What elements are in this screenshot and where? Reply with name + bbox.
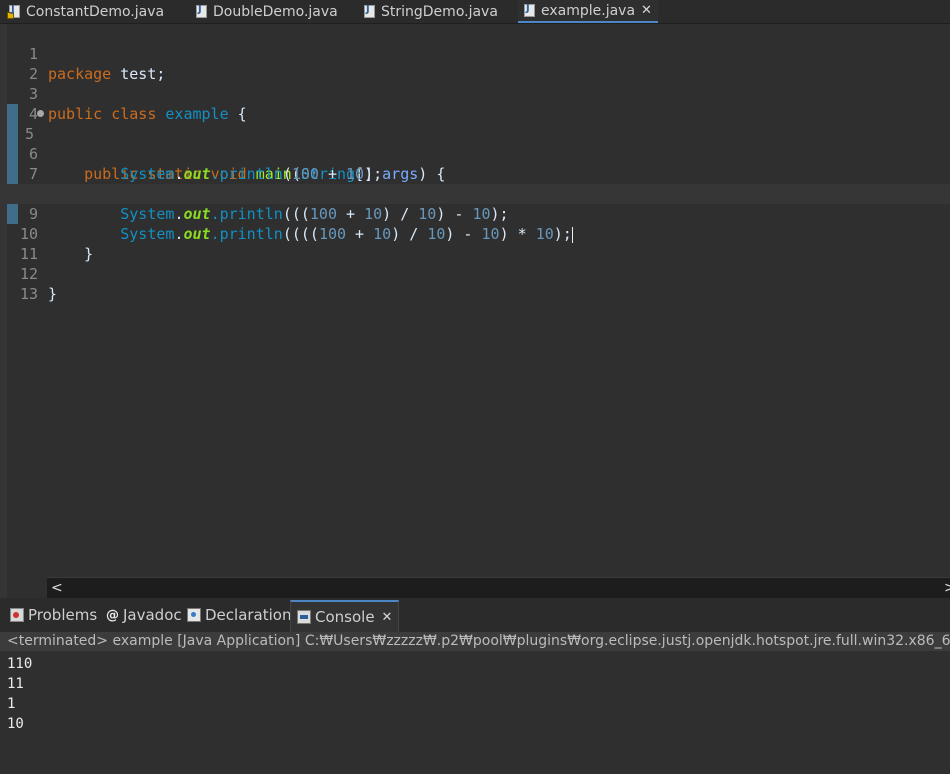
code-line-13: 13 (0, 264, 950, 303)
code-line-6: 6 System.out.println(100 + 10); (0, 124, 950, 183)
code-line-12: 12 } (19, 265, 58, 303)
tab-constantdemo[interactable]: ConstantDemo.java (7, 0, 165, 23)
tab-label: ConstantDemo.java (26, 3, 165, 20)
tab-console[interactable]: Console ✕ (290, 600, 400, 632)
javadoc-icon: @ (106, 607, 119, 623)
scroll-right-icon[interactable]: > (944, 578, 950, 598)
tab-javadoc[interactable]: @ Javadoc (106, 598, 182, 632)
code-line-11: 11 (0, 224, 950, 263)
code-line-3: 3 public class example { (0, 64, 950, 123)
console-output-line: 110 (7, 656, 33, 672)
console-process-header: <terminated> example [Java Application] … (0, 632, 950, 651)
code-line-9-current: 9 System.out.println((((100 + 10) / 10) … (0, 184, 950, 243)
console-output-line: 1 (7, 696, 16, 712)
tab-stringdemo[interactable]: StringDemo.java (364, 0, 498, 23)
scroll-left-icon[interactable]: < (51, 578, 63, 598)
declaration-icon (187, 608, 201, 622)
tab-declaration[interactable]: Declaration (187, 598, 291, 632)
panel-tab-bar: Problems @ Javadoc Declaration Console ✕ (0, 598, 950, 632)
tab-problems[interactable]: Problems (10, 598, 97, 632)
code-line-7: 7 System.out.println((100 + 10) / 10); (0, 144, 950, 203)
java-file-icon (364, 4, 375, 18)
java-file-icon (196, 4, 207, 18)
editor-tab-bar: ConstantDemo.java DoubleDemo.java String… (0, 0, 950, 24)
problems-icon (10, 608, 24, 622)
tab-label: example.java (541, 2, 636, 19)
java-file-icon (7, 4, 20, 19)
tab-example[interactable]: example.java ✕ (518, 0, 658, 23)
panel-tab-label: Console (315, 608, 375, 626)
code-line-4: 4 (0, 84, 950, 123)
line-number: 13 (19, 285, 38, 303)
horizontal-scrollbar[interactable]: < > (47, 577, 950, 598)
tab-label: StringDemo.java (381, 3, 498, 20)
panel-tab-label: Javadoc (123, 606, 182, 624)
close-icon[interactable]: ✕ (641, 3, 652, 18)
console-output-line: 11 (7, 676, 24, 692)
code-line-1: 1 package test; (0, 24, 950, 83)
code-editor[interactable]: 1 package test; 2 3 public class example… (0, 24, 950, 598)
java-file-icon (524, 3, 535, 17)
panel-tab-label: Problems (28, 606, 98, 624)
close-icon[interactable]: ✕ (382, 610, 393, 625)
console-icon (297, 610, 311, 624)
code-line-8: 8 System.out.println(((100 + 10) / 10) -… (0, 164, 950, 223)
code-line-10: 10 } (19, 225, 94, 263)
fold-toggle-icon[interactable] (37, 110, 44, 117)
tab-doubledemo[interactable]: DoubleDemo.java (196, 0, 338, 23)
code-line-2: 2 (0, 44, 950, 83)
console-output-line: 10 (7, 716, 24, 732)
panel-tab-label: Declaration (205, 606, 292, 624)
code-line-5: 5 public static void main(String[] args)… (0, 104, 950, 183)
tab-label: DoubleDemo.java (213, 3, 338, 20)
bottom-panel: Problems @ Javadoc Declaration Console ✕… (0, 598, 950, 774)
